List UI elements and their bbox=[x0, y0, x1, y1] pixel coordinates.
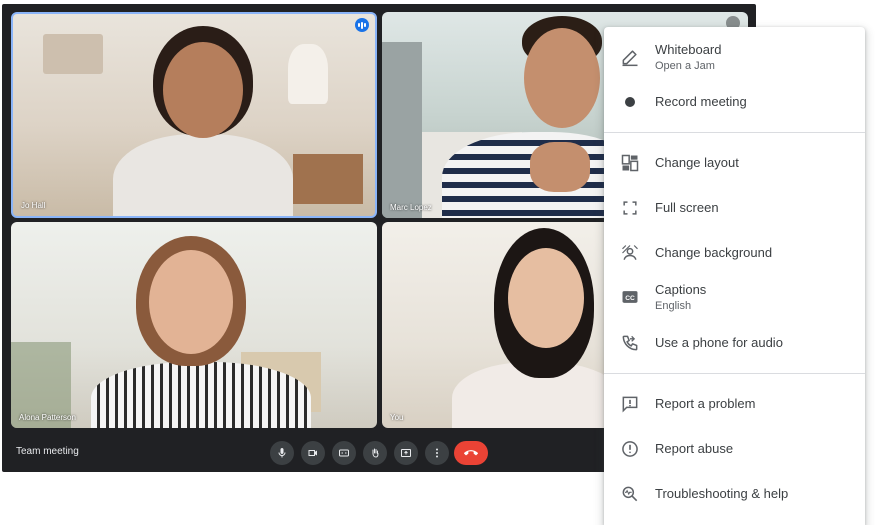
menu-item-label: Troubleshooting & help bbox=[655, 486, 789, 501]
menu-item-label: Use a phone for audio bbox=[655, 335, 783, 350]
camera-icon bbox=[308, 450, 317, 456]
participant-tile-alona-patterson[interactable]: Alona Patterson bbox=[11, 222, 377, 428]
menu-divider bbox=[604, 132, 865, 133]
end-call-button[interactable] bbox=[454, 441, 488, 465]
participant-name: Jo Hall bbox=[21, 201, 46, 210]
captions-button[interactable] bbox=[332, 441, 356, 465]
menu-item-whiteboard[interactable]: Whiteboard Open a Jam bbox=[604, 41, 865, 73]
record-icon bbox=[620, 92, 640, 112]
menu-item-label: Record meeting bbox=[655, 94, 747, 109]
menu-item-label: Change background bbox=[655, 245, 773, 260]
menu-item-sublabel: English bbox=[655, 299, 692, 312]
mic-button[interactable] bbox=[270, 441, 294, 465]
report-problem-icon bbox=[620, 394, 640, 414]
speaking-indicator-icon bbox=[355, 18, 369, 32]
menu-item-label: Report a problem bbox=[655, 396, 756, 411]
background-icon bbox=[620, 243, 640, 263]
participant-tile-jo-hall[interactable]: Jo Hall bbox=[11, 12, 377, 218]
participant-name: Alona Patterson bbox=[19, 413, 76, 422]
menu-divider bbox=[604, 373, 865, 374]
captions-icon: CC bbox=[620, 287, 640, 307]
menu-item-captions[interactable]: CC Captions English bbox=[604, 281, 865, 313]
pencil-icon bbox=[620, 47, 640, 67]
menu-item-change-background[interactable]: Change background bbox=[604, 243, 865, 263]
menu-item-label: Report abuse bbox=[655, 441, 734, 456]
menu-item-label: Captions bbox=[655, 281, 707, 297]
menu-item-full-screen[interactable]: Full screen bbox=[604, 198, 865, 218]
menu-item-report-problem[interactable]: Report a problem bbox=[604, 394, 865, 414]
menu-item-record-meeting[interactable]: Record meeting bbox=[604, 92, 865, 112]
present-button[interactable] bbox=[394, 441, 418, 465]
captions-icon bbox=[339, 449, 349, 457]
menu-item-phone-audio[interactable]: Use a phone for audio bbox=[604, 333, 865, 353]
menu-item-sublabel: Open a Jam bbox=[655, 59, 715, 72]
participant-name: You bbox=[390, 413, 404, 422]
camera-button[interactable] bbox=[301, 441, 325, 465]
menu-item-report-abuse[interactable]: Report abuse bbox=[604, 439, 865, 459]
meeting-title: Team meeting bbox=[16, 446, 79, 457]
raise-hand-icon bbox=[372, 448, 379, 458]
present-icon bbox=[401, 449, 411, 457]
menu-item-label: Whiteboard bbox=[655, 41, 722, 57]
fullscreen-icon bbox=[620, 198, 640, 218]
report-abuse-icon bbox=[620, 439, 640, 459]
troubleshoot-icon bbox=[620, 484, 640, 504]
svg-text:CC: CC bbox=[625, 295, 635, 302]
menu-item-change-layout[interactable]: Change layout bbox=[604, 153, 865, 173]
more-options-menu: Whiteboard Open a Jam Record meeting Cha… bbox=[604, 27, 865, 525]
menu-item-troubleshooting[interactable]: Troubleshooting & help bbox=[604, 484, 865, 504]
more-options-icon bbox=[436, 448, 438, 458]
end-call-icon bbox=[464, 450, 478, 456]
phone-icon bbox=[620, 333, 640, 353]
more-options-button[interactable] bbox=[425, 441, 449, 465]
mic-icon bbox=[278, 448, 286, 458]
menu-item-label: Change layout bbox=[655, 155, 739, 170]
raise-hand-button[interactable] bbox=[363, 441, 387, 465]
layout-icon bbox=[620, 153, 640, 173]
menu-item-label: Full screen bbox=[655, 200, 719, 215]
participant-name: Marc Lopez bbox=[390, 203, 432, 212]
